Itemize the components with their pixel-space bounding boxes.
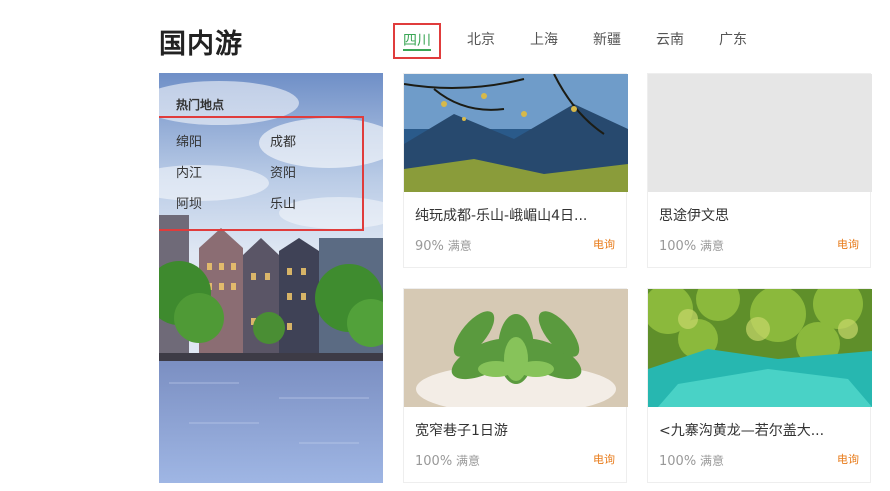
hot-place-leshan[interactable]: 乐山 — [270, 193, 296, 212]
tour-card[interactable]: 宽窄巷子1日游 100% 满意 电询 — [403, 288, 628, 483]
tour-card[interactable]: <九寨沟黄龙—若尔盖大... 100% 满意 电询 — [647, 288, 872, 483]
tour-card-image-placeholder — [648, 74, 872, 192]
tab-sichuan[interactable]: 四川 — [393, 23, 441, 59]
tour-card[interactable]: 纯玩成都-乐山-峨嵋山4日... 90% 满意 电询 — [403, 73, 628, 268]
tour-card-satisfaction: 90% 满意 — [415, 239, 472, 254]
tour-card-image — [404, 74, 628, 192]
tour-card-image — [648, 289, 872, 407]
tour-card-satisfaction: 100% 满意 — [659, 239, 725, 254]
hot-place-neijiang[interactable]: 内江 — [176, 162, 202, 181]
tour-card-title: 思途伊文思 — [659, 208, 729, 224]
phone-inquiry-link[interactable]: 电询 — [837, 451, 859, 467]
region-tabs: 四川 北京 上海 新疆 云南 广东 — [393, 23, 773, 60]
phone-inquiry-link[interactable]: 电询 — [837, 236, 859, 252]
phone-inquiry-link[interactable]: 电询 — [593, 451, 615, 467]
tour-card[interactable]: 思途伊文思 100% 满意 电询 — [647, 73, 872, 268]
tab-beijing[interactable]: 北京 — [458, 24, 504, 60]
hot-places-panel: 热门地点 绵阳 成都 内江 资阳 阿坝 乐山 — [159, 73, 383, 483]
hot-place-chengdu[interactable]: 成都 — [270, 131, 296, 150]
tour-card-satisfaction: 100% 满意 — [659, 454, 725, 469]
tab-shanghai[interactable]: 上海 — [521, 24, 567, 60]
hot-places-title: 热门地点 — [176, 98, 225, 112]
tour-card-image — [404, 289, 628, 407]
tab-xinjiang[interactable]: 新疆 — [584, 24, 630, 60]
tour-card-title: 宽窄巷子1日游 — [415, 423, 508, 439]
hot-place-aba[interactable]: 阿坝 — [176, 193, 202, 212]
tour-card-satisfaction: 100% 满意 — [415, 454, 481, 469]
hot-place-ziyang[interactable]: 资阳 — [270, 162, 296, 181]
tour-card-title: <九寨沟黄龙—若尔盖大... — [659, 423, 825, 439]
tour-card-title: 纯玩成都-乐山-峨嵋山4日... — [415, 208, 588, 224]
section-title: 国内游 — [159, 29, 243, 60]
hot-place-mianyang[interactable]: 绵阳 — [176, 131, 202, 150]
phone-inquiry-link[interactable]: 电询 — [593, 236, 615, 252]
tab-yunnan[interactable]: 云南 — [647, 24, 693, 60]
tab-guangdong[interactable]: 广东 — [710, 24, 756, 60]
